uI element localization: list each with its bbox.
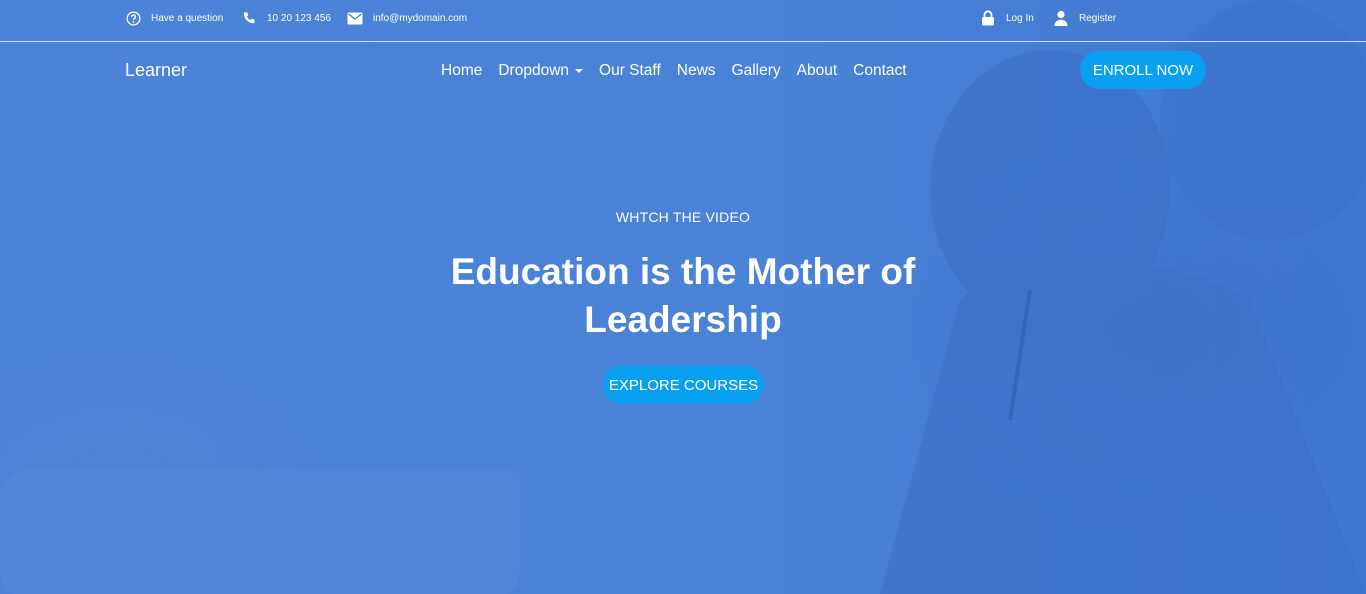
- brand-logo[interactable]: Learner: [125, 60, 187, 81]
- envelope-icon: [347, 10, 363, 26]
- nav-item-about[interactable]: About: [797, 62, 838, 80]
- nav-item-label: Gallery: [731, 62, 781, 79]
- have-a-question-label: Have a question: [151, 12, 224, 24]
- phone-link[interactable]: 10 20 123 456: [241, 9, 331, 27]
- nav-item-contact[interactable]: Contact: [853, 62, 906, 80]
- nav-item-news[interactable]: News: [677, 62, 716, 80]
- nav-item-our-staff[interactable]: Our Staff: [599, 62, 661, 80]
- nav-item-label: Dropdown: [498, 62, 570, 79]
- question-circle-icon: [125, 10, 141, 26]
- have-a-question-link[interactable]: Have a question: [125, 9, 223, 27]
- hero-kicker[interactable]: WHTCH THE VIDEO: [0, 209, 1366, 225]
- user-icon: [1053, 10, 1069, 26]
- nav-item-gallery[interactable]: Gallery: [732, 62, 781, 80]
- email-address: info@mydomain.com: [373, 12, 468, 24]
- main-nav: Home Dropdown Our Staff News Gallery Abo…: [441, 60, 907, 82]
- hero-section: Have a question 10 20 123 456 info@mydom…: [0, 0, 1366, 594]
- nav-item-label: News: [676, 62, 716, 79]
- log-in-label: Log In: [1006, 12, 1034, 24]
- register-label: Register: [1079, 12, 1117, 24]
- enroll-now-button[interactable]: ENROLL NOW: [1080, 51, 1206, 89]
- email-link[interactable]: info@mydomain.com: [347, 9, 467, 27]
- top-bar: Have a question 10 20 123 456 info@mydom…: [0, 0, 1366, 42]
- nav-item-label: Our Staff: [599, 62, 661, 79]
- nav-item-label: Contact: [853, 62, 907, 79]
- explore-courses-button[interactable]: EXPLORE COURSES: [603, 366, 764, 404]
- register-link[interactable]: Register: [1053, 9, 1116, 27]
- nav-item-home[interactable]: Home: [441, 62, 482, 80]
- log-in-link[interactable]: Log In: [980, 9, 1034, 27]
- hero-headline: Education is the Mother of Leadership: [450, 251, 916, 340]
- phone-number: 10 20 123 456: [267, 12, 331, 24]
- nav-item-dropdown[interactable]: Dropdown: [498, 62, 584, 80]
- phone-icon: [241, 10, 257, 26]
- nav-item-label: Home: [441, 62, 483, 79]
- nav-item-label: About: [796, 62, 838, 79]
- caret-down-icon: [575, 69, 584, 73]
- lock-icon: [980, 10, 996, 26]
